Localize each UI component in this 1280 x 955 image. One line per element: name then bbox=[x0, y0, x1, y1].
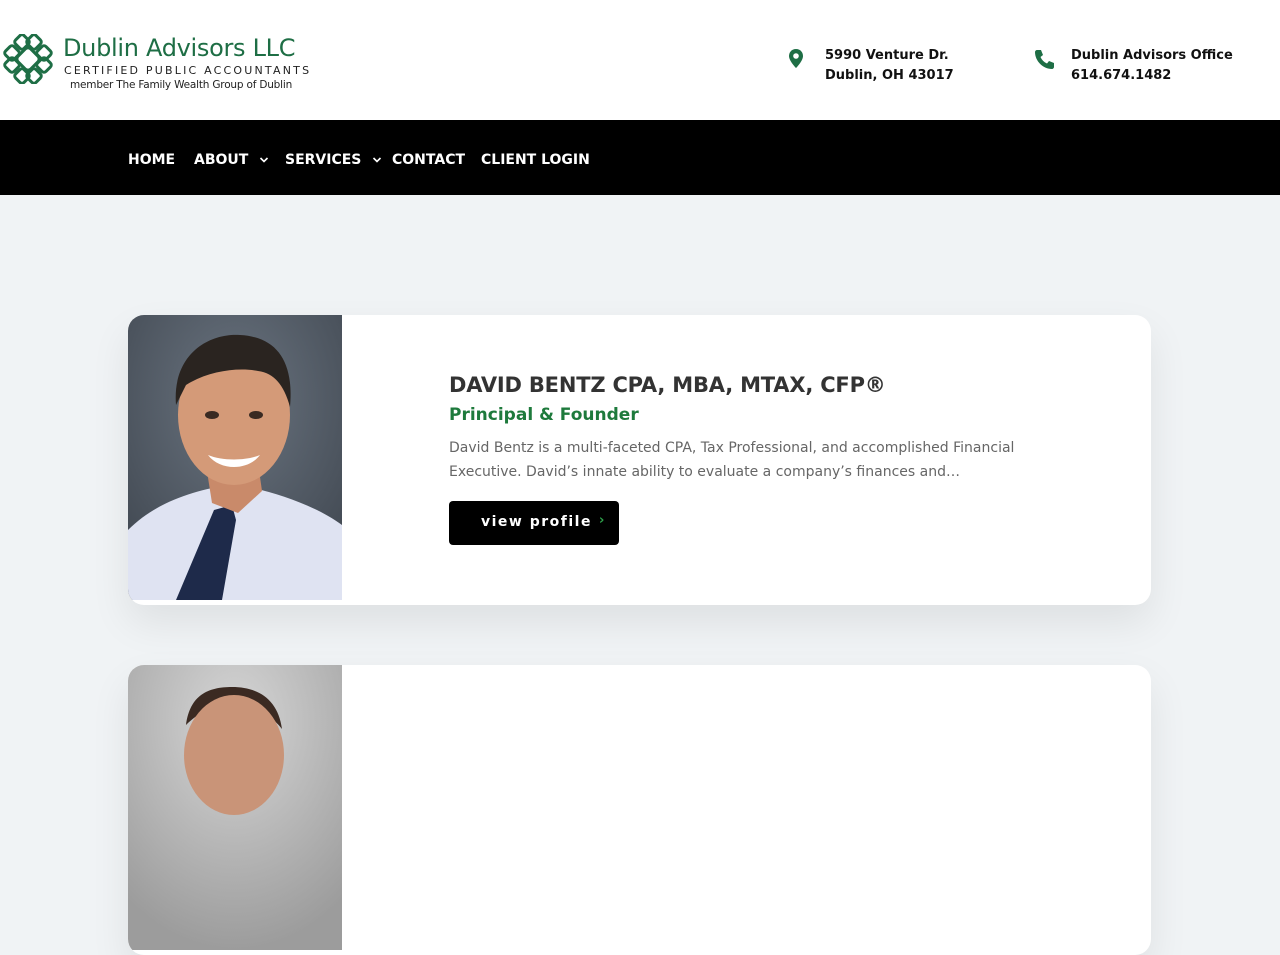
team-member-card: DAVID BENTZ CPA, MBA, MTAX, CFP® Princip… bbox=[128, 315, 1151, 605]
phone-number[interactable]: 614.674.1482 bbox=[1071, 66, 1233, 86]
brand-member-line: member The Family Wealth Group of Dublin bbox=[70, 79, 293, 91]
team-member-photo bbox=[128, 315, 342, 600]
nav-item-label: SERVICES bbox=[285, 152, 362, 168]
team-member-card bbox=[128, 665, 1151, 955]
team-member-bio: David Bentz is a multi-faceted CPA, Tax … bbox=[449, 440, 1015, 480]
celtic-knot-logo-icon bbox=[3, 34, 53, 84]
nav-item-label: CONTACT bbox=[392, 152, 466, 168]
brand-tagline: CERTIFIED PUBLIC ACCOUNTANTS bbox=[64, 64, 312, 77]
team-member-role: Principal & Founder bbox=[449, 405, 639, 425]
address-text: 5990 Venture Dr. Dublin, OH 43017 bbox=[825, 46, 954, 86]
address-line-1: 5990 Venture Dr. bbox=[825, 48, 949, 63]
phone-text: Dublin Advisors Office 614.674.1482 bbox=[1071, 46, 1233, 86]
nav-item-client-login[interactable]: CLIENT LOGIN bbox=[481, 120, 590, 195]
nav-item-home[interactable]: HOME bbox=[128, 120, 175, 195]
site-logo[interactable]: Dublin Advisors LLC CERTIFIED PUBLIC ACC… bbox=[2, 34, 312, 94]
view-profile-label: view profile bbox=[481, 514, 592, 530]
chevron-down-icon bbox=[373, 157, 382, 163]
chevron-down-icon bbox=[260, 157, 269, 163]
nav-item-label: HOME bbox=[128, 152, 176, 168]
phone-line-1: Dublin Advisors Office bbox=[1071, 48, 1233, 63]
nav-item-contact[interactable]: CONTACT bbox=[392, 120, 465, 195]
phone-icon bbox=[1035, 50, 1054, 69]
nav-item-label: ABOUT bbox=[194, 152, 249, 168]
team-member-photo bbox=[128, 665, 342, 950]
team-member-name: DAVID BENTZ CPA, MBA, MTAX, CFP® bbox=[449, 373, 886, 397]
map-pin-icon bbox=[789, 49, 803, 68]
main-nav: HOME ABOUT SERVICES CONTACT CLIENT LOGIN bbox=[0, 120, 1280, 195]
nav-item-services[interactable]: SERVICES bbox=[285, 120, 382, 195]
chevron-right-icon: › bbox=[599, 513, 606, 528]
site-header: Dublin Advisors LLC CERTIFIED PUBLIC ACC… bbox=[0, 0, 1280, 120]
view-profile-button[interactable]: view profile › bbox=[449, 501, 619, 545]
nav-item-label: CLIENT LOGIN bbox=[481, 152, 590, 168]
brand-name: Dublin Advisors LLC bbox=[63, 34, 296, 62]
nav-item-about[interactable]: ABOUT bbox=[194, 120, 269, 195]
address-line-2: Dublin, OH 43017 bbox=[825, 68, 954, 83]
